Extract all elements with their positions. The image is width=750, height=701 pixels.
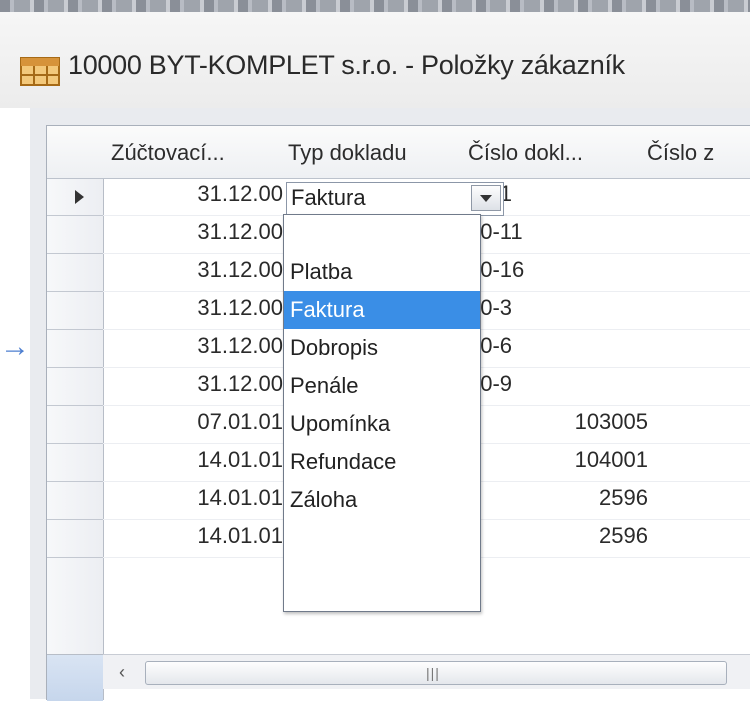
- document-no-cell[interactable]: 2596: [468, 485, 648, 511]
- row-selector[interactable]: [47, 216, 103, 254]
- ledger-grid: Zúčtovací... Typ dokladu Číslo dokl... Č…: [46, 125, 750, 701]
- row-selector[interactable]: [47, 406, 103, 444]
- row-selector[interactable]: [47, 444, 103, 482]
- row-selector[interactable]: [47, 178, 103, 216]
- document-no-cell[interactable]: 104001: [468, 447, 648, 473]
- posting-date-cell[interactable]: 31.12.00: [111, 181, 283, 207]
- row-selector[interactable]: [47, 292, 103, 330]
- arrow-right-icon: →: [0, 330, 30, 363]
- row-selector[interactable]: [47, 368, 103, 406]
- chevron-down-icon[interactable]: [471, 185, 501, 211]
- dropdown-option-platba[interactable]: Platba: [284, 253, 480, 291]
- dropdown-option-blank[interactable]: [284, 215, 480, 253]
- scroll-left-icon[interactable]: ‹: [111, 661, 133, 683]
- document-type-combobox[interactable]: Faktura: [286, 182, 504, 216]
- document-type-combobox-value: Faktura: [291, 185, 366, 210]
- row-selector[interactable]: [47, 482, 103, 520]
- window-top-strip: [0, 0, 750, 12]
- current-row-triangle-icon: [75, 190, 84, 204]
- table-icon: [20, 57, 60, 86]
- posting-date-cell[interactable]: 07.01.01: [111, 409, 283, 435]
- column-header-external-no[interactable]: Číslo z: [647, 140, 714, 166]
- column-header-document-type[interactable]: Typ dokladu: [288, 140, 407, 166]
- document-type-dropdown-list[interactable]: Platba Faktura Dobropis Penále Upomínka …: [283, 214, 481, 612]
- row-selector[interactable]: [47, 520, 103, 558]
- dropdown-option-dobropis[interactable]: Dobropis: [284, 329, 480, 367]
- dropdown-option-zaloha[interactable]: Záloha: [284, 481, 480, 519]
- posting-date-cell[interactable]: 31.12.00: [111, 295, 283, 321]
- dropdown-option-faktura[interactable]: Faktura: [284, 291, 480, 329]
- horizontal-scrollbar[interactable]: ‹ |||: [103, 654, 750, 689]
- dropdown-option-upominka[interactable]: Upomínka: [284, 405, 480, 443]
- scrollbar-thumb[interactable]: |||: [145, 661, 727, 685]
- column-header-document-no[interactable]: Číslo dokl...: [468, 140, 583, 166]
- grid-corner: [47, 654, 103, 701]
- posting-date-cell[interactable]: 31.12.00: [111, 371, 283, 397]
- dropdown-option-penale[interactable]: Penále: [284, 367, 480, 405]
- posting-date-cell[interactable]: 31.12.00: [111, 333, 283, 359]
- posting-date-cell[interactable]: 14.01.01: [111, 447, 283, 473]
- document-no-cell[interactable]: 103005: [468, 409, 648, 435]
- posting-date-cell[interactable]: 14.01.01: [111, 485, 283, 511]
- column-header-posting-date[interactable]: Zúčtovací...: [111, 140, 225, 166]
- dropdown-option-refundace[interactable]: Refundace: [284, 443, 480, 481]
- row-selector[interactable]: [47, 254, 103, 292]
- row-selector[interactable]: [47, 330, 103, 368]
- window-title: 10000 BYT-KOMPLET s.r.o. - Položky zákaz…: [68, 50, 625, 80]
- document-no-cell[interactable]: 2596: [468, 523, 648, 549]
- column-header-row: Zúčtovací... Typ dokladu Číslo dokl... Č…: [47, 126, 750, 179]
- posting-date-cell[interactable]: 31.12.00: [111, 219, 283, 245]
- title-bar: 10000 BYT-KOMPLET s.r.o. - Položky zákaz…: [0, 12, 750, 108]
- posting-date-cell[interactable]: 31.12.00: [111, 257, 283, 283]
- posting-date-cell[interactable]: 14.01.01: [111, 523, 283, 549]
- grip-icon: |||: [426, 665, 440, 681]
